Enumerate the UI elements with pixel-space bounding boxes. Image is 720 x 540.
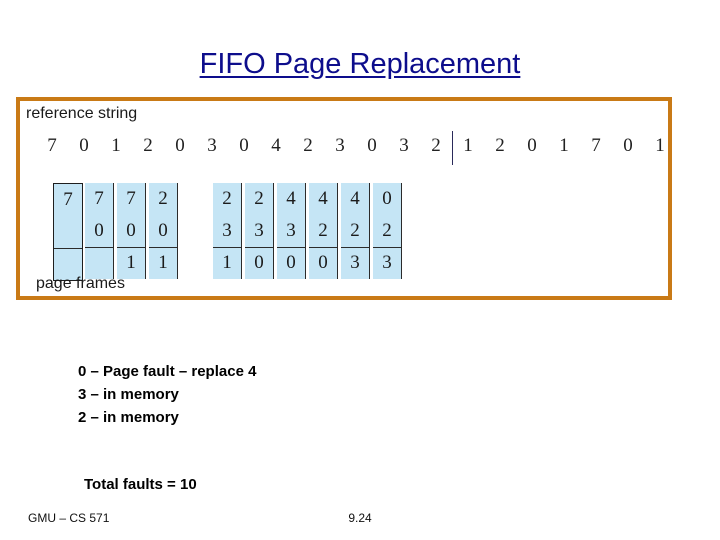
frame-column-rule	[337, 183, 338, 279]
reference-string-value: 3	[399, 135, 409, 156]
page-frame-cell: 0	[245, 247, 273, 279]
page-frame-cell: 2	[373, 215, 401, 247]
reference-string-value: 2	[143, 135, 153, 156]
page-frame-cell: 2	[213, 183, 241, 215]
page-frame-cell: 3	[277, 215, 305, 247]
page-frame-cell: 1	[213, 247, 241, 279]
frame-column-rule	[369, 183, 370, 279]
reference-string-value: 1	[655, 135, 665, 156]
page-frame-column: 231	[213, 183, 242, 279]
reference-string-value: 7	[47, 135, 57, 156]
reference-string-divider	[452, 131, 453, 165]
frame-row-rule	[245, 247, 273, 248]
slide-footer: GMU – CS 571 9.24	[0, 511, 720, 531]
page-frame-column: 7	[53, 183, 83, 281]
reference-string-value: 0	[527, 135, 537, 156]
page-frame-cell: 3	[341, 247, 369, 279]
page-frame-cell	[181, 183, 209, 215]
frame-row-rule	[54, 248, 82, 249]
total-faults-text: Total faults = 10	[84, 476, 197, 493]
note-line: 0 – Page fault – replace 4	[78, 363, 257, 380]
page-frame-cell: 4	[341, 183, 369, 215]
frame-column-rule	[177, 183, 178, 279]
page-frame-cell	[181, 215, 209, 247]
page-frame-cell: 7	[117, 183, 145, 215]
reference-string-value: 0	[239, 135, 249, 156]
frame-row-rule	[309, 247, 337, 248]
page-frame-column: 420	[309, 183, 338, 279]
frame-row-rule	[117, 247, 145, 248]
frame-column-rule	[145, 183, 146, 279]
page-frames-label: page frames	[36, 275, 125, 292]
page-frame-cell: 0	[85, 215, 113, 247]
frame-column-rule	[401, 183, 402, 279]
frame-column-rule	[241, 183, 242, 279]
page-frame-cell: 3	[373, 247, 401, 279]
page-frame-cell: 0	[277, 247, 305, 279]
frame-row-rule	[85, 247, 113, 248]
page-frame-cell: 0	[117, 215, 145, 247]
frame-row-rule	[341, 247, 369, 248]
note-line: 2 – in memory	[78, 409, 179, 426]
reference-string-value: 4	[271, 135, 281, 156]
reference-string-value: 0	[367, 135, 377, 156]
notes-block: 0 – Page fault – replace 4 3 – in memory 2…	[78, 360, 598, 429]
reference-string-value: 7	[591, 135, 601, 156]
reference-string-value: 2	[431, 135, 441, 156]
fifo-diagram-panel: reference string 70120304230321201701 77…	[16, 97, 672, 300]
page-frame-cell: 0	[309, 247, 337, 279]
fifo-diagram-inner: reference string 70120304230321201701 77…	[20, 101, 668, 296]
page-frame-cell: 1	[149, 247, 177, 279]
page-frame-column	[181, 183, 209, 279]
page-frame-cell: 7	[54, 184, 82, 216]
reference-string-value: 2	[303, 135, 313, 156]
reference-string-value: 3	[207, 135, 217, 156]
reference-string-value: 1	[463, 135, 473, 156]
reference-string-value: 1	[559, 135, 569, 156]
page-frame-column: 701	[117, 183, 146, 279]
page-frame-cell: 2	[341, 215, 369, 247]
page-frame-cell: 3	[245, 215, 273, 247]
reference-string-value: 2	[495, 135, 505, 156]
note-line: 3 – in memory	[78, 386, 179, 403]
page-frame-cell: 4	[277, 183, 305, 215]
frame-row-rule	[373, 247, 401, 248]
footer-page-number: 9.24	[348, 511, 372, 525]
reference-string-value: 1	[111, 135, 121, 156]
frame-row-rule	[213, 247, 241, 248]
reference-string-value: 0	[175, 135, 185, 156]
page-frame-cell: 7	[85, 183, 113, 215]
page-frame-column: 423	[341, 183, 370, 279]
frame-column-rule	[113, 183, 114, 279]
page-title: FIFO Page Replacement	[199, 48, 521, 80]
reference-string-value: 0	[79, 135, 89, 156]
reference-string-value: 3	[335, 135, 345, 156]
page-frame-column: 70	[85, 183, 114, 279]
page-frame-cell: 3	[213, 215, 241, 247]
page-frame-cell	[181, 247, 209, 279]
page-frame-cell: 0	[149, 215, 177, 247]
frame-row-rule	[277, 247, 305, 248]
page-frame-cell: 0	[373, 183, 401, 215]
page-frame-column: 023	[373, 183, 402, 279]
page-frame-column: 230	[245, 183, 274, 279]
frame-column-rule	[305, 183, 306, 279]
reference-string-label: reference string	[26, 105, 138, 122]
page-frame-cell	[54, 216, 82, 248]
page-frame-cell: 2	[309, 215, 337, 247]
page-frame-cell: 2	[245, 183, 273, 215]
page-frame-column: 430	[277, 183, 306, 279]
frame-row-rule	[149, 247, 177, 248]
frame-column-rule	[273, 183, 274, 279]
page-frame-column: 201	[149, 183, 178, 279]
reference-string-value: 0	[623, 135, 633, 156]
page-frame-cell: 4	[309, 183, 337, 215]
page-frame-cell: 2	[149, 183, 177, 215]
